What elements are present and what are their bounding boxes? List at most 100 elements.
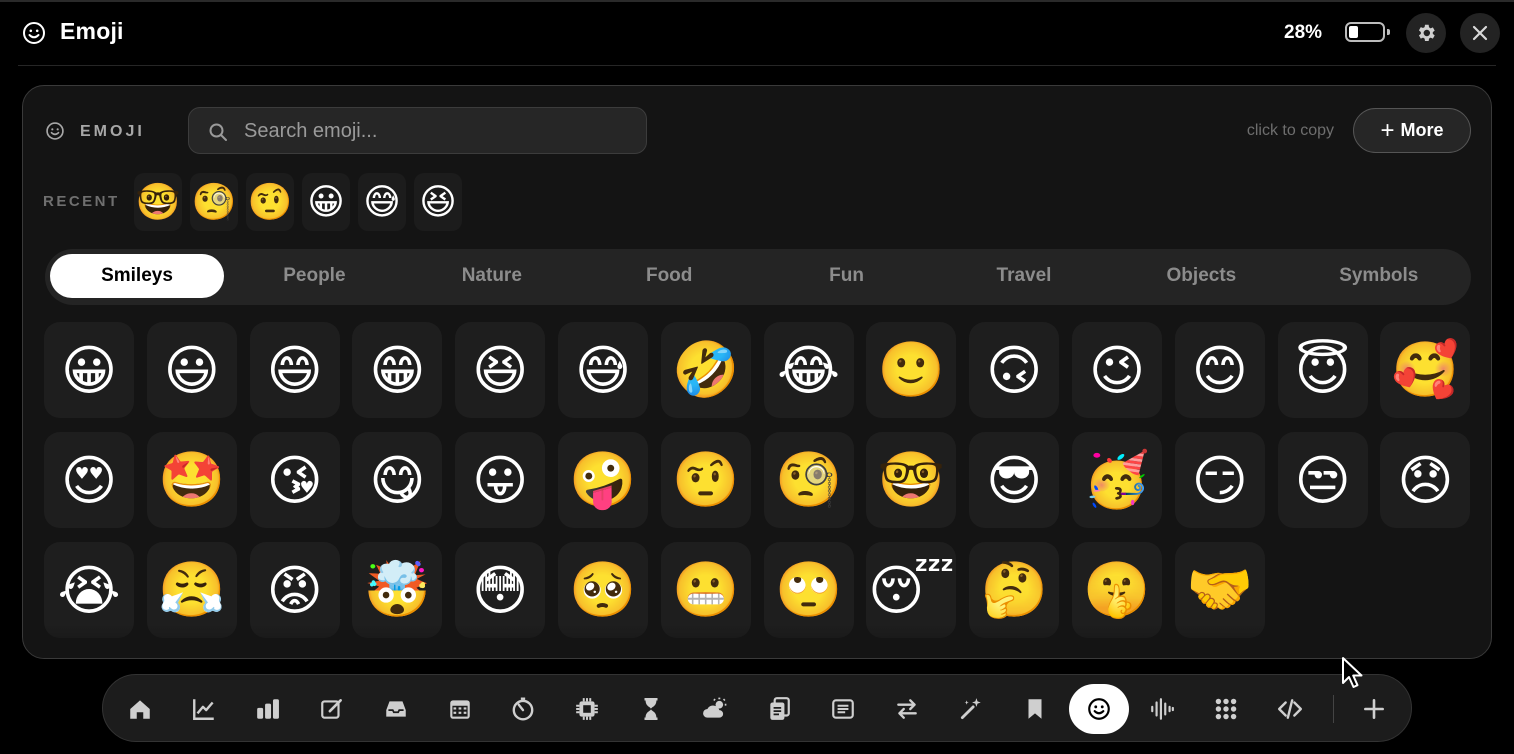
smiley-icon	[23, 22, 45, 44]
dock-button-audio-wave[interactable]	[1138, 685, 1186, 733]
news-icon	[832, 699, 854, 719]
dock-button-apps-grid[interactable]	[1202, 685, 1250, 733]
emoji-cell[interactable]: 😡	[249, 542, 340, 638]
title-divider	[18, 65, 1496, 66]
emoji-cell[interactable]: 🤯	[352, 542, 443, 638]
tab-food[interactable]: Food	[582, 254, 756, 298]
category-tabs: Smileys People Nature Food Fun Travel Objects S…	[45, 249, 1471, 305]
emoji-cell[interactable]: 😃	[146, 322, 237, 418]
dock-button-inbox[interactable]	[372, 685, 420, 733]
chip-icon	[576, 698, 599, 720]
dock-button-home[interactable]	[116, 685, 164, 733]
emoji-cell[interactable]: 🧐	[763, 432, 854, 528]
dock-button-timer[interactable]	[499, 685, 547, 733]
more-button[interactable]: + More	[1353, 108, 1471, 153]
tab-objects[interactable]: Objects	[1114, 254, 1288, 298]
emoji-cell[interactable]: 🥳	[1072, 432, 1162, 528]
emoji-cell[interactable]: 🥺	[558, 542, 648, 638]
dock-button-clipboard[interactable]	[755, 685, 803, 733]
dock-button-emoji[interactable]	[1068, 684, 1129, 734]
emoji-cell[interactable]: 😛	[455, 432, 546, 528]
emoji-cell[interactable]: 🙂	[866, 322, 957, 418]
dock-button-bar-chart[interactable]	[244, 685, 292, 733]
emoji-cell[interactable]: 😒	[1277, 432, 1368, 528]
emoji-cell[interactable]: 🤨	[660, 432, 751, 528]
clipboard-icon	[770, 697, 790, 720]
tab-travel[interactable]: Travel	[937, 254, 1111, 298]
emoji-cell[interactable]: 🙄	[763, 542, 854, 638]
battery-level	[1349, 26, 1358, 38]
dock-button-bookmark[interactable]	[1011, 685, 1059, 733]
recent-emoji[interactable]: 😅	[358, 173, 406, 231]
emoji-cell[interactable]: 😘	[249, 432, 340, 528]
dock-add-button[interactable]	[1350, 685, 1398, 733]
dock-button-convert[interactable]	[883, 685, 931, 733]
emoji-cell[interactable]: 😁	[352, 322, 443, 418]
bar-chart-icon	[256, 699, 279, 719]
emoji-cell[interactable]: 🤓	[866, 432, 957, 528]
dock-button-edit[interactable]	[308, 685, 356, 733]
bottom-dock	[102, 674, 1412, 742]
recent-emoji[interactable]: 😆	[414, 173, 462, 231]
tab-nature[interactable]: Nature	[405, 254, 579, 298]
search-icon	[209, 123, 227, 141]
emoji-cell[interactable]: 🤔	[969, 542, 1060, 638]
emoji-cell[interactable]: 😞	[1380, 432, 1471, 528]
emoji-cell[interactable]: 😬	[660, 542, 751, 638]
emoji-cell[interactable]: 😤	[146, 542, 237, 638]
inbox-icon	[385, 701, 406, 717]
emoji-cell[interactable]: 😍	[44, 432, 134, 528]
emoji-cell[interactable]: 😴	[866, 542, 957, 638]
dock-button-weather[interactable]	[691, 685, 739, 733]
dock-button-chip[interactable]	[563, 685, 611, 733]
recent-label: RECENT	[43, 193, 120, 210]
emoji-cell[interactable]: 😭	[44, 542, 134, 638]
emoji-cell[interactable]: 😳	[455, 542, 546, 638]
tab-symbols[interactable]: Symbols	[1292, 254, 1466, 298]
settings-button[interactable]	[1406, 13, 1446, 53]
emoji-cell[interactable]: 🙃	[969, 322, 1060, 418]
recent-emoji[interactable]: 🤨	[246, 173, 294, 231]
emoji-cell[interactable]: 😋	[352, 432, 443, 528]
tab-fun[interactable]: Fun	[760, 254, 934, 298]
emoji-cell[interactable]: 😅	[558, 322, 648, 418]
dock-button-news[interactable]	[819, 685, 867, 733]
emoji-cell[interactable]: 😄	[249, 322, 340, 418]
apps-grid-icon	[1216, 698, 1237, 720]
emoji-cell[interactable]: 🤣	[660, 322, 751, 418]
dock-button-magic-wand[interactable]	[947, 685, 995, 733]
dock-button-hourglass[interactable]	[627, 685, 675, 733]
audio-wave-icon	[1151, 698, 1175, 720]
home-icon	[130, 700, 150, 719]
emoji-cell[interactable]: 😏	[1174, 432, 1265, 528]
emoji-grid: 😀 😃 😄 😁 😆 😅 🤣 😂 🙂 🙃 😉 😊 😇 🥰 😍 🤩 😘 😋 😛 🤪 🤨 🧐 🤓 😎 🥳 😏 😒 😞 😭 😤 😡 🤯 😳 🥺 😬 🙄 😴 🤔 🤫 🤝	[23, 322, 1491, 658]
emoji-cell[interactable]: 🤫	[1072, 542, 1162, 638]
dock-divider	[1333, 695, 1334, 723]
dock-button-line-chart[interactable]	[180, 685, 228, 733]
emoji-cell[interactable]: 😇	[1277, 322, 1368, 418]
grid-fade	[23, 624, 1491, 658]
emoji-cell[interactable]: 😀	[44, 322, 134, 418]
emoji-cell[interactable]: 😉	[1072, 322, 1162, 418]
dock-button-calendar[interactable]	[436, 685, 484, 733]
emoji-cell[interactable]: 🤪	[558, 432, 648, 528]
recent-emoji[interactable]: 😀	[302, 173, 350, 231]
recent-emoji[interactable]: 🧐	[190, 173, 238, 231]
recent-emoji[interactable]: 🤓	[134, 173, 182, 231]
close-button[interactable]	[1460, 13, 1500, 53]
edit-icon	[320, 699, 342, 719]
tab-people[interactable]: People	[227, 254, 401, 298]
battery-nub	[1387, 29, 1390, 35]
emoji-cell[interactable]: 🤝	[1174, 542, 1265, 638]
search-input[interactable]: Search emoji...	[188, 107, 647, 154]
emoji-cell[interactable]: 😂	[763, 322, 854, 418]
emoji-cell[interactable]: 😊	[1174, 322, 1265, 418]
dock-button-code[interactable]	[1266, 685, 1314, 733]
mouse-cursor-icon	[1342, 657, 1363, 688]
tab-smileys[interactable]: Smileys	[50, 254, 224, 298]
emoji-cell[interactable]: 😆	[455, 322, 546, 418]
emoji-cell[interactable]: 🥰	[1380, 322, 1471, 418]
emoji-cell[interactable]: 🤩	[146, 432, 237, 528]
emoji-cell[interactable]: 😎	[969, 432, 1060, 528]
battery-icon	[1345, 22, 1390, 42]
